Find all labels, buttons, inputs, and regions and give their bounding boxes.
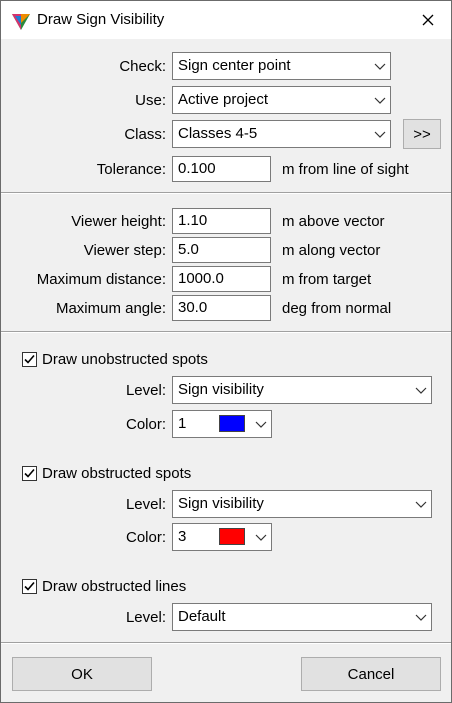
use-select[interactable]: Active project [172, 86, 391, 114]
unobstructed-checkbox[interactable] [22, 352, 37, 367]
obstructed-lines-level-value: Default [178, 608, 226, 625]
max-distance-unit: m from target [282, 271, 372, 288]
viewer-step-unit: m along vector [282, 242, 381, 259]
obstructed-color-select[interactable]: 3 [172, 523, 272, 551]
max-angle-unit: deg from normal [282, 300, 392, 317]
max-angle-input[interactable]: 30.0 [172, 295, 271, 321]
unobstructed-checkbox-label[interactable]: Draw unobstructed spots [42, 351, 208, 369]
max-angle-value: 30.0 [178, 299, 208, 316]
obstructed-lines-checkbox-label[interactable]: Draw obstructed lines [42, 578, 186, 596]
obstructed-checkbox-label[interactable]: Draw obstructed spots [42, 465, 191, 483]
chevron-down-icon [415, 614, 427, 621]
chevron-down-icon [415, 501, 427, 508]
class-select-value: Classes 4-5 [178, 125, 258, 142]
obstructed-color-value: 3 [178, 528, 187, 545]
obstructed-lines-level-select[interactable]: Default [172, 603, 432, 631]
max-distance-label: Maximum distance: [36, 271, 166, 288]
obstructed-lines-checkbox[interactable] [22, 579, 37, 594]
obstructed-checkbox[interactable] [22, 466, 37, 481]
viewer-height-unit: m above vector [282, 213, 385, 230]
tolerance-input[interactable]: 0.100 [172, 156, 271, 182]
check-label: Check: [119, 58, 166, 75]
chevron-down-icon [374, 131, 386, 138]
obstructed-color-label: Color: [125, 529, 166, 546]
unobstructed-level-select[interactable]: Sign visibility [172, 376, 432, 404]
tolerance-unit: m from line of sight [282, 161, 409, 178]
window-title: Draw Sign Visibility [37, 11, 165, 28]
viewer-step-value: 5.0 [178, 241, 199, 258]
max-angle-label: Maximum angle: [55, 300, 166, 317]
max-distance-value: 1000.0 [178, 270, 224, 287]
use-select-value: Active project [178, 91, 269, 108]
ok-button[interactable]: OK [12, 657, 152, 691]
obstructed-level-value: Sign visibility [178, 495, 264, 512]
viewer-height-input[interactable]: 1.10 [172, 208, 271, 234]
title-bar: Draw Sign Visibility [1, 1, 451, 39]
unobstructed-color-select[interactable]: 1 [172, 410, 272, 438]
color-swatch [219, 528, 245, 545]
obstructed-level-select[interactable]: Sign visibility [172, 490, 432, 518]
check-select[interactable]: Sign center point [172, 52, 391, 80]
close-button[interactable] [405, 1, 451, 39]
section-divider [1, 642, 451, 644]
chevron-down-icon [415, 387, 427, 394]
chevron-down-icon [374, 63, 386, 70]
max-distance-input[interactable]: 1000.0 [172, 266, 271, 292]
viewer-step-input[interactable]: 5.0 [172, 237, 271, 263]
obstructed-lines-level-label: Level: [125, 609, 166, 626]
dialog-window: Draw Sign Visibility Check: Sign center … [0, 0, 452, 703]
checkmark-icon [24, 468, 35, 478]
section-divider [1, 192, 451, 194]
app-logo-icon [12, 14, 30, 30]
checkmark-icon [24, 354, 35, 364]
unobstructed-level-value: Sign visibility [178, 381, 264, 398]
chevron-down-icon [374, 97, 386, 104]
checkmark-icon [24, 581, 35, 591]
unobstructed-color-label: Color: [125, 416, 166, 433]
viewer-step-label: Viewer step: [83, 242, 166, 259]
tolerance-input-value: 0.100 [178, 160, 216, 177]
unobstructed-level-label: Level: [125, 382, 166, 399]
class-label: Class: [124, 126, 166, 143]
viewer-height-label: Viewer height: [71, 213, 166, 230]
class-select[interactable]: Classes 4-5 [172, 120, 391, 148]
unobstructed-color-value: 1 [178, 415, 187, 432]
chevron-down-icon [255, 421, 267, 428]
viewer-height-value: 1.10 [178, 212, 208, 229]
close-icon [422, 14, 434, 26]
tolerance-label: Tolerance: [96, 161, 166, 178]
use-label: Use: [135, 92, 166, 109]
class-more-button[interactable]: >> [403, 119, 441, 149]
cancel-button[interactable]: Cancel [301, 657, 441, 691]
section-divider [1, 331, 451, 333]
obstructed-level-label: Level: [125, 496, 166, 513]
color-swatch [219, 415, 245, 432]
chevron-down-icon [255, 534, 267, 541]
check-select-value: Sign center point [178, 57, 291, 74]
